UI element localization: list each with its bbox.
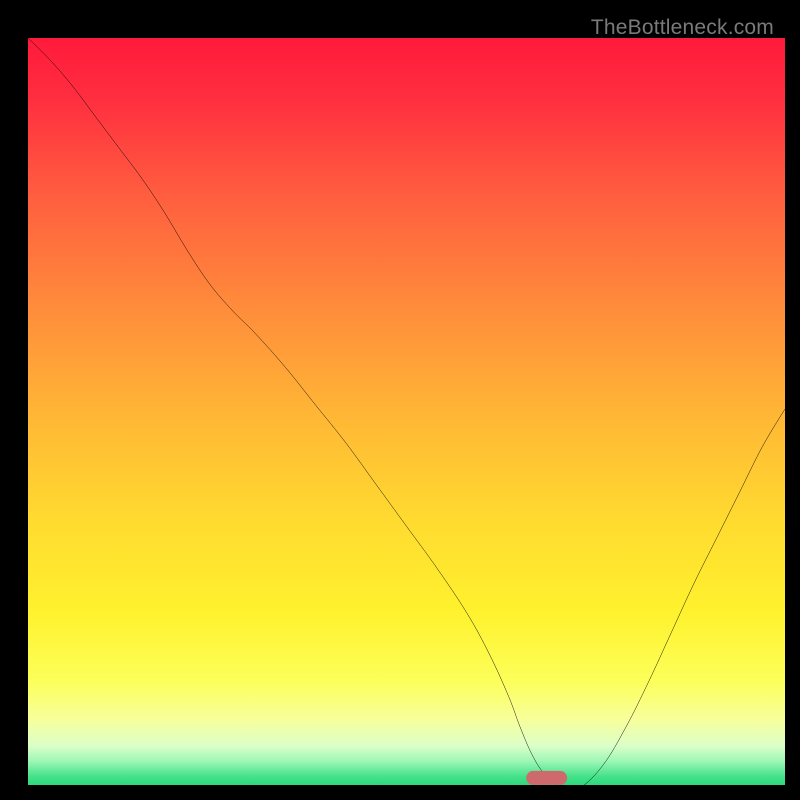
- optimal-marker: [526, 771, 568, 785]
- plot-area: [28, 38, 785, 785]
- watermark-label: TheBottleneck.com: [591, 16, 774, 40]
- chart-frame: TheBottleneck.com: [8, 8, 792, 792]
- bottleneck-curve: [28, 38, 785, 785]
